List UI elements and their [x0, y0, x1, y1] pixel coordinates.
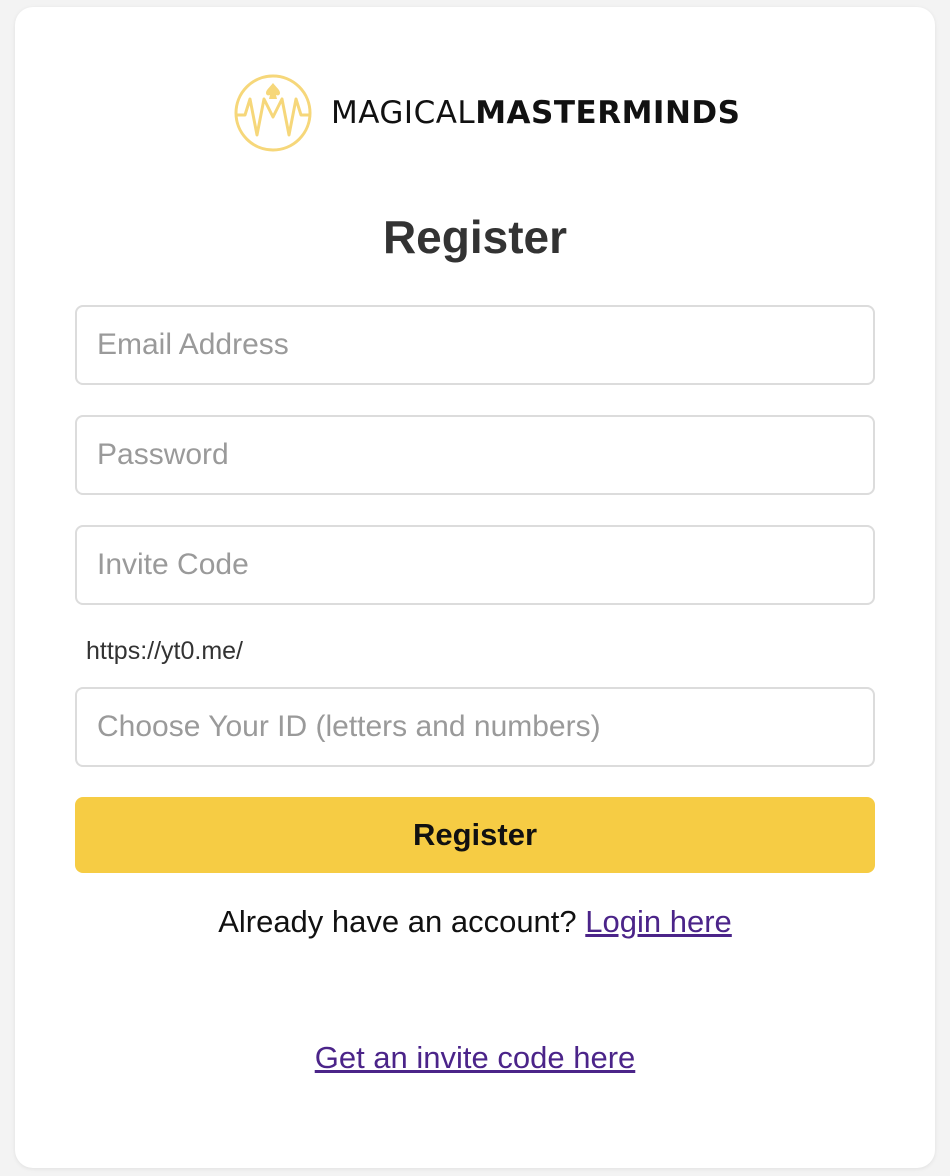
mm-logo-icon [234, 74, 312, 152]
register-button[interactable]: Register [75, 797, 875, 873]
register-card: MAGICALMASTERMINDS Register https://yt0.… [15, 7, 935, 1168]
login-link[interactable]: Login here [585, 904, 732, 939]
email-field[interactable] [75, 305, 875, 385]
brand-name-bold: MASTERMINDS [475, 94, 741, 131]
brand-logo: MAGICALMASTERMINDS [233, 73, 740, 153]
invite-code-field[interactable] [75, 525, 875, 605]
password-field[interactable] [75, 415, 875, 495]
custom-id-field[interactable] [75, 687, 875, 767]
invite-link-row: Get an invite code here [15, 1038, 935, 1078]
login-prompt: Already have an account? Login here [15, 902, 935, 942]
page-title: Register [382, 211, 568, 263]
brand-name-light: MAGICAL [331, 94, 476, 131]
get-invite-code-link[interactable]: Get an invite code here [315, 1040, 636, 1075]
url-prefix-label: https://yt0.me/ [86, 637, 244, 665]
login-prompt-text: Already have an account? [218, 904, 586, 939]
brand-wordmark: MAGICALMASTERMINDS [331, 94, 741, 131]
